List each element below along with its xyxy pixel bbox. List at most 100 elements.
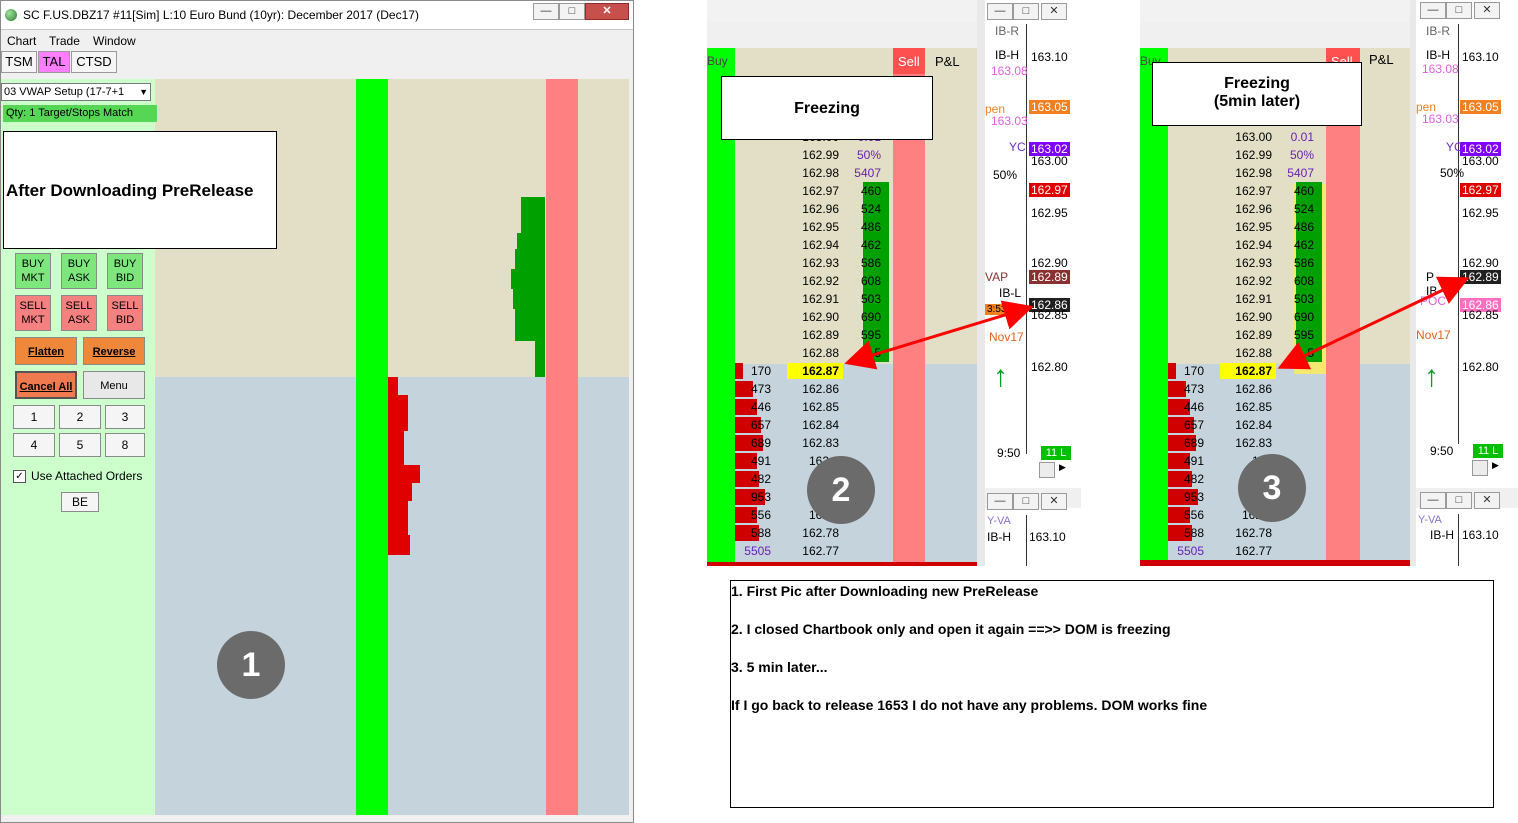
dom3-ask-row[interactable]: 162.90 690 [1168,308,1326,326]
dom3-ask-row[interactable]: 162.96 524 [1168,200,1326,218]
dom3-bid-row[interactable]: 170 162.87 [1168,362,1326,380]
menu-trade[interactable]: Trade [49,34,80,48]
qty-3-button[interactable]: 3 [105,405,145,429]
dom2-chart-label: YC [1009,140,1026,154]
dom3-bottom-line [1140,560,1410,566]
dom3-bid-row[interactable]: 473 162.86 [1168,380,1326,398]
dom2-ask-row[interactable]: 162.93 586 [735,254,893,272]
dom3-ask-row[interactable]: 162.95 486 [1168,218,1326,236]
bid-volume-profile [388,377,420,555]
dom2-scroll-right-icon[interactable]: ▶ [1059,462,1066,473]
dom2-bid-row[interactable]: 588 162.78 [735,524,893,542]
dom3-bid-row[interactable]: 657 162.84 [1168,416,1326,434]
dom3-chart-label: YC [1446,140,1463,154]
dom3-lower-minimize-icon[interactable]: — [1420,492,1446,509]
dom2-ask-row[interactable]: 162.92 608 [735,272,893,290]
dom3-bid-volume: 473 [1183,382,1204,396]
qty-4-button[interactable]: 4 [13,433,55,457]
dom3-ask-volume: 524 [1293,202,1314,216]
tab-ctsd[interactable]: CTSD [71,51,117,73]
window-titlebar[interactable]: SC F.US.DBZ17 #11[Sim] L:10 Euro Bund (1… [1,1,633,30]
dom2-scrollbar-thumb[interactable] [1039,462,1055,478]
dom3-ask-row[interactable]: 162.94 462 [1168,236,1326,254]
dom2-ask-row[interactable]: 162.94 462 [735,236,893,254]
tab-tsm[interactable]: TSM [1,51,37,73]
dom2-ask-row[interactable]: 162.89 595 [735,326,893,344]
dom3-lower-maximize-icon[interactable]: □ [1446,492,1472,509]
dom3-bid-row[interactable]: 588 162.78 [1168,524,1326,542]
dom3-scroll-right-icon[interactable]: ▶ [1492,460,1499,471]
dom3-bid-row[interactable]: 689 162.83 [1168,434,1326,452]
dom3-bid-price: 162.84 [1235,418,1272,432]
dom2-ask-row[interactable]: 162.95 486 [735,218,893,236]
buy-mkt-button[interactable]: BUY MKT [15,253,51,289]
setup-select[interactable]: 03 VWAP Setup (17-7+1 ▼ [1,83,151,101]
menu-bar: Chart Trade Window [1,31,633,49]
dom2-lower-close-icon[interactable]: ✕ [1041,493,1067,510]
dom2-bid-row[interactable]: 446 162.85 [735,398,893,416]
dom2-bid-row[interactable]: 657 162.84 [735,416,893,434]
dom3-ask-volume: 586 [1293,256,1314,270]
dom3-bid-row[interactable]: 446 162.85 [1168,398,1326,416]
menu-button[interactable]: Menu [83,371,145,399]
note-2: 2. I closed Chartbook only and open it a… [731,621,1171,637]
dom3-ask-row[interactable]: 162.89 595 [1168,326,1326,344]
sell-bid-button[interactable]: SELL BID [107,295,143,331]
dom2-ask-row[interactable]: 162.99 50% [735,146,893,164]
dom2-ask-price: 162.95 [802,220,839,234]
dom3-ask-row[interactable]: 162.92 608 [1168,272,1326,290]
tab-tal[interactable]: TAL [38,51,70,73]
dom3-ask-row[interactable]: 162.97 460 [1168,182,1326,200]
menu-chart[interactable]: Chart [7,34,36,48]
dom2-lower-maximize-icon[interactable]: □ [1013,493,1039,510]
dom3-bid-volume: 491 [1183,454,1204,468]
minimize-icon[interactable]: — [533,3,559,20]
qty-2-button[interactable]: 2 [59,405,101,429]
dom2-ask-row[interactable]: 162.88 5 [735,344,893,362]
buy-ask-button[interactable]: BUY ASK [61,253,97,289]
cancel-all-button[interactable]: Cancel All [15,371,77,399]
dom2-axis-label: 162.97 [1029,183,1070,197]
reverse-button[interactable]: Reverse [83,337,145,365]
dom2-bid-row[interactable]: 473 162.86 [735,380,893,398]
sell-mkt-button[interactable]: SELL MKT [15,295,51,331]
flatten-button[interactable]: Flatten [15,337,77,365]
sell-ask-button[interactable]: SELL ASK [61,295,97,331]
dom3-ask-row[interactable]: 163.00 0.01 [1168,128,1326,146]
qty-5-button[interactable]: 5 [59,433,101,457]
dom2-ask-row[interactable]: 162.90 690 [735,308,893,326]
dom3-ask-row[interactable]: 162.99 50% [1168,146,1326,164]
menu-window[interactable]: Window [93,34,136,48]
dom2-bid-row[interactable]: 170 162.87 [735,362,893,380]
step-1-badge: 1 [217,631,285,699]
dom3-bid-row[interactable]: 5505 162.77 [1168,542,1326,560]
dom3-lower-close-icon[interactable]: ✕ [1474,492,1500,509]
dom2-bid-price: 162.83 [802,436,839,450]
dom2-ask-row[interactable]: 162.91 503 [735,290,893,308]
qty-1-button[interactable]: 1 [13,405,55,429]
dom3-ask-volume: 503 [1293,292,1314,306]
dom2-ask-row[interactable]: 162.97 460 [735,182,893,200]
dom2-bid-price: 162.78 [802,526,839,540]
qty-8-button[interactable]: 8 [105,433,145,457]
dom3-ask-price: 162.99 [1235,148,1272,162]
dom2-bid-price: 162.84 [802,418,839,432]
dom2-ask-price: 162.93 [802,256,839,270]
dom3-ask-row[interactable]: 162.88 5 [1168,344,1326,362]
use-attached-orders-checkbox[interactable]: ✓ [13,470,26,483]
be-button[interactable]: BE [61,492,99,512]
dom2-lower-minimize-icon[interactable]: — [987,493,1013,510]
close-icon[interactable]: ✕ [585,3,629,20]
maximize-icon[interactable]: □ [559,3,585,20]
dom3-ask-row[interactable]: 162.91 503 [1168,290,1326,308]
dom2-bid-row[interactable]: 689 162.83 [735,434,893,452]
dom2-chart-label: 163.03 [991,114,1028,128]
dom3-scrollbar-thumb[interactable] [1472,460,1488,476]
dom3-ask-row[interactable]: 162.93 586 [1168,254,1326,272]
dom2-ask-row[interactable]: 162.96 524 [735,200,893,218]
dom2-ask-row[interactable]: 162.98 5407 [735,164,893,182]
dom3-ask-row[interactable]: 162.98 5407 [1168,164,1326,182]
dom-screenshot-2: Buy Sell P&L 163.000.01162.9950%162.9854… [707,0,1081,566]
dom2-bid-row[interactable]: 5505 162.77 [735,542,893,560]
buy-bid-button[interactable]: BUY BID [107,253,143,289]
